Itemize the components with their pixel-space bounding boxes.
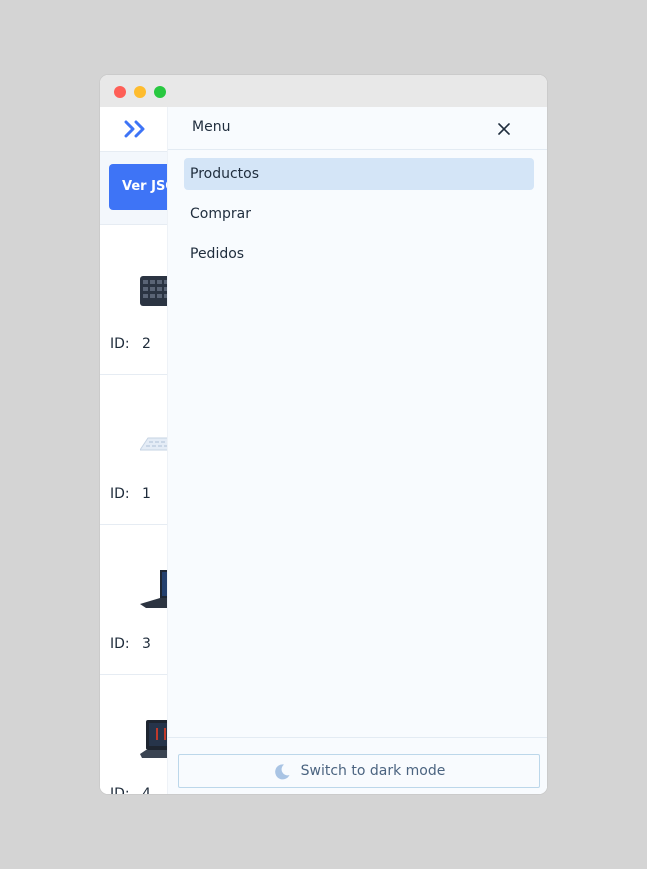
- window-titlebar: [100, 75, 547, 107]
- product-id: ID: 3: [110, 636, 151, 652]
- product-id-label: ID:: [110, 486, 130, 502]
- moon-icon: [273, 761, 291, 779]
- navigation-drawer: Menu Productos Comprar Pedidos Switch to…: [167, 107, 547, 794]
- close-window-button[interactable]: [114, 86, 126, 98]
- nav-item-label: Productos: [190, 166, 260, 182]
- nav-item-label: Comprar: [190, 206, 251, 222]
- product-id-label: ID:: [110, 786, 130, 794]
- product-id: ID: 2: [110, 336, 151, 352]
- product-id-label: ID:: [110, 636, 130, 652]
- minimize-window-button[interactable]: [134, 86, 146, 98]
- close-icon: [492, 123, 516, 144]
- nav-item-productos[interactable]: Productos: [184, 158, 534, 190]
- product-id: ID: 1: [110, 486, 151, 502]
- double-chevron-right-icon[interactable]: [124, 120, 148, 138]
- close-drawer-button[interactable]: [492, 117, 516, 141]
- app-window: Ver JSON ID: 2 ID: 1 ID: 3 ID: 4 Menu Pr…: [100, 75, 547, 794]
- maximize-window-button[interactable]: [154, 86, 166, 98]
- drawer-footer: Switch to dark mode: [168, 737, 547, 794]
- product-id-value: 2: [142, 336, 151, 352]
- product-id-label: ID:: [110, 336, 130, 352]
- drawer-title: Menu: [192, 119, 231, 135]
- drawer-header: Menu: [168, 107, 547, 150]
- product-id-value: 4: [142, 786, 151, 794]
- nav-item-comprar[interactable]: Comprar: [184, 198, 534, 230]
- product-id-value: 1: [142, 486, 151, 502]
- product-id: ID: 4: [110, 786, 151, 794]
- product-id-value: 3: [142, 636, 151, 652]
- dark-mode-toggle-button[interactable]: Switch to dark mode: [178, 754, 540, 788]
- drawer-nav: Productos Comprar Pedidos: [184, 158, 534, 278]
- nav-item-pedidos[interactable]: Pedidos: [184, 238, 534, 270]
- dark-mode-toggle-label: Switch to dark mode: [300, 763, 446, 779]
- nav-item-label: Pedidos: [190, 246, 245, 262]
